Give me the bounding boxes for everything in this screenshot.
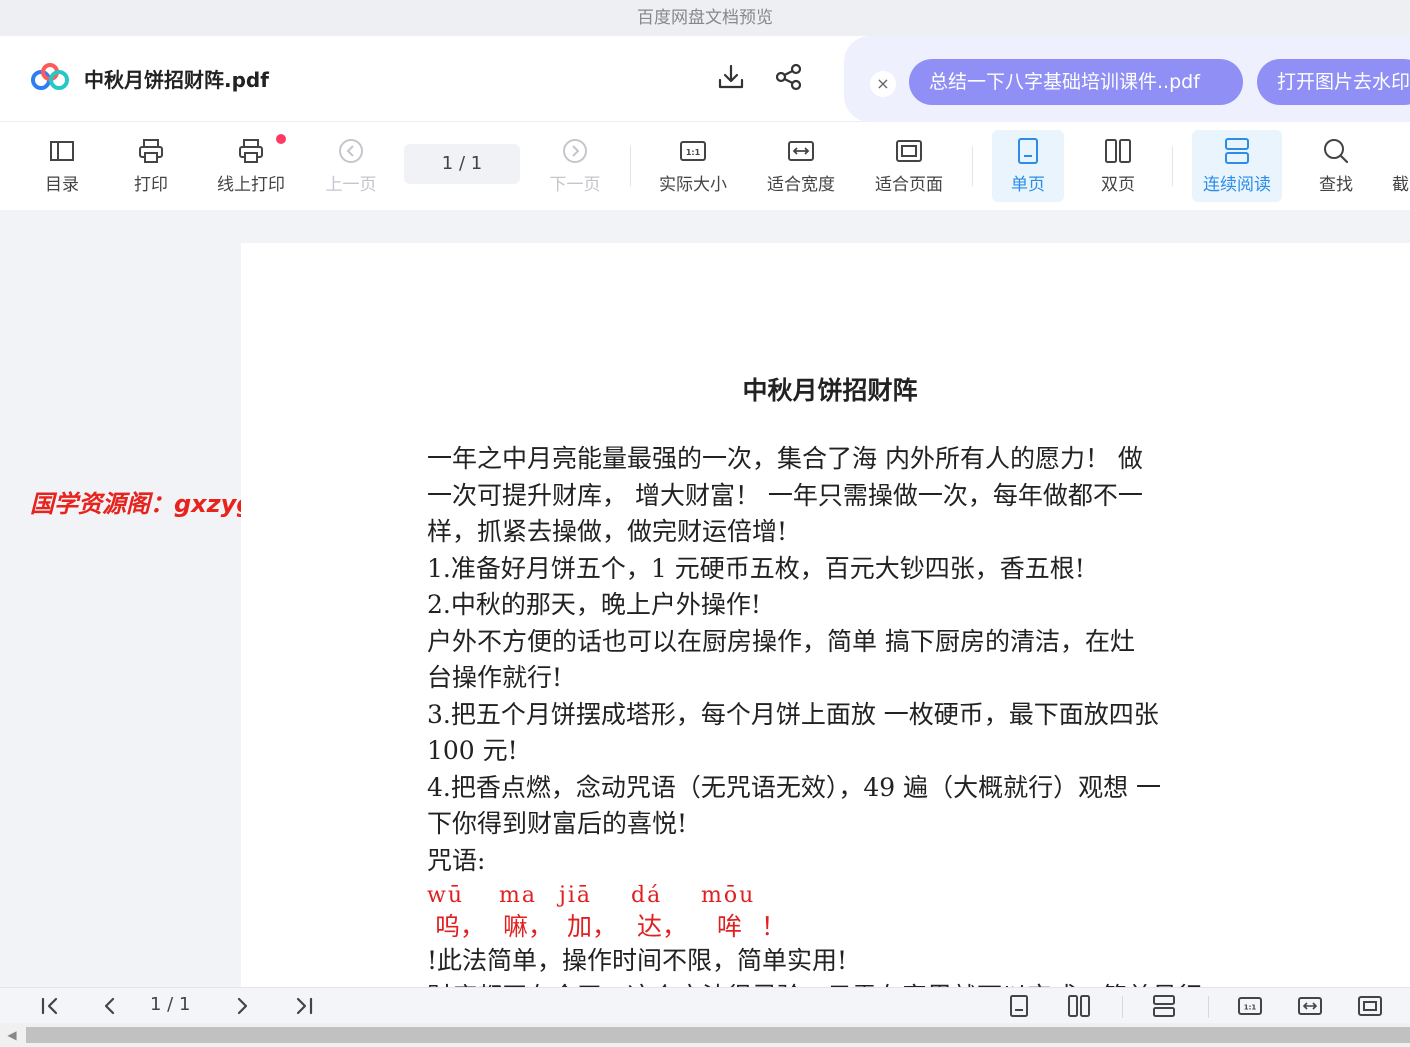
bottom-divider (1122, 996, 1123, 1018)
mantra-pinyin: mōu (701, 883, 756, 908)
doc-line: 一次可提升财库， 增大财富！ 一年只需操做一次，每年做都不一 (427, 480, 1143, 510)
mantra-char: 嘛， (503, 912, 554, 941)
svg-text:1:1: 1:1 (686, 148, 701, 157)
fit-width-icon[interactable] (1296, 992, 1324, 1020)
file-name: 中秋月饼招财阵.pdf (84, 68, 269, 92)
download-icon[interactable] (716, 62, 746, 92)
mantra-pinyin: wū (427, 883, 464, 908)
toc-button[interactable]: 目录 (36, 130, 88, 202)
fit-width-icon (788, 141, 814, 161)
toolbar-divider (972, 146, 973, 186)
mantra-char: 加， (567, 912, 618, 941)
notification-dot (276, 134, 286, 144)
double-page-icon (1105, 139, 1131, 163)
close-tabs-button[interactable]: × (870, 71, 896, 97)
actual-size-icon: 1:1 (680, 141, 706, 161)
single-page-icon[interactable] (1005, 992, 1033, 1020)
continuous-reading-icon (1225, 138, 1249, 164)
tab-recent-file-1[interactable]: 总结一下八字基础培训课件..pdf (909, 59, 1243, 105)
actual-size-icon[interactable]: 1:1 (1236, 992, 1264, 1020)
header-bar: 中秋月饼招财阵.pdf × 总结一下八字基础培训课件..pdf 打开图片去水印 (0, 36, 1410, 122)
double-page-button[interactable]: 双页 (1088, 130, 1148, 202)
mantra-pinyin: ma (499, 883, 537, 908)
fit-page-button[interactable]: 适合页面 (868, 130, 950, 202)
mantra-char: 达， (637, 912, 688, 941)
next-page-button[interactable]: 下一页 (544, 130, 606, 202)
continuous-reading-icon[interactable] (1150, 992, 1178, 1020)
printer-icon (139, 139, 163, 163)
mantra-char: 哞 (717, 912, 743, 941)
chevron-left-circle-icon (339, 139, 363, 163)
doc-line: 100 元! (427, 736, 518, 765)
double-page-icon[interactable] (1065, 992, 1093, 1020)
doc-line: 咒语: (427, 845, 486, 875)
bottom-divider (1208, 996, 1209, 1018)
doc-line: 4.把香点燃，念动咒语（无咒语无效），49 遍（大概就行）观想 一 (427, 772, 1162, 802)
fit-page-icon[interactable] (1356, 992, 1384, 1020)
actual-size-button[interactable]: 1:1 实际大小 (652, 130, 734, 202)
recent-tabs-area: × 总结一下八字基础培训课件..pdf 打开图片去水印 (844, 36, 1410, 122)
page-number-input[interactable]: 1 / 1 (404, 144, 520, 184)
share-icon[interactable] (774, 62, 804, 92)
prev-page-button[interactable]: 上一页 (320, 130, 382, 202)
mantra-block: wū ma jiā dá mōu 呜， 嘛， 加， 达， 哞 ！ (427, 883, 827, 943)
doc-line: 3.把五个月饼摆成塔形，每个月饼上面放 一枚硬币，最下面放四张 (427, 699, 1159, 729)
mantra-pinyin: dá (631, 883, 663, 908)
horizontal-scrollbar[interactable]: ◀ (0, 1023, 1410, 1047)
toolbar-divider (1172, 146, 1173, 186)
search-icon (1324, 139, 1349, 164)
search-button[interactable]: 查找 (1306, 130, 1366, 202)
chevron-right-circle-icon (563, 139, 587, 163)
document-title: 中秋月饼招财阵 (742, 376, 918, 405)
first-page-icon[interactable] (36, 992, 64, 1020)
prev-page-icon[interactable] (96, 992, 124, 1020)
baidu-netdisk-logo (31, 63, 69, 90)
doc-line: !此法简单，操作时间不限，简单实用! (427, 946, 848, 975)
screenshot-button[interactable]: 截 (1392, 130, 1410, 202)
doc-line: 台操作就行! (427, 663, 563, 692)
toolbar-divider (630, 146, 631, 186)
toolbar: 目录 打印 线上打印 上一页 1 / 1 下一页 1:1 实际大小 适合宽度 适… (0, 122, 1410, 210)
mantra-pinyin: jiā (559, 883, 592, 908)
scroll-left-icon[interactable]: ◀ (4, 1027, 20, 1043)
tab-recent-file-2[interactable]: 打开图片去水印 (1257, 59, 1410, 105)
doc-line: 户外不方便的话也可以在厨房操作，简单 搞下厨房的清洁，在灶 (427, 626, 1135, 656)
mantra-char: 呜， (435, 912, 486, 941)
svg-text:1:1: 1:1 (1244, 1004, 1257, 1012)
single-page-button[interactable]: 单页 (992, 130, 1064, 202)
doc-line: 下你得到财富后的喜悦! (427, 809, 688, 838)
fit-width-button[interactable]: 适合宽度 (760, 130, 842, 202)
scrollbar-thumb[interactable] (26, 1027, 1410, 1043)
doc-line: 1.准备好月饼五个，1 元硬币五枚，百元大钞四张，香五根! (427, 553, 1085, 583)
bottom-page-indicator[interactable]: 1 / 1 (150, 994, 190, 1015)
last-page-icon[interactable] (290, 992, 318, 1020)
next-page-icon[interactable] (228, 992, 256, 1020)
continuous-reading-button[interactable]: 连续阅读 (1192, 130, 1282, 202)
print-button[interactable]: 打印 (125, 130, 177, 202)
doc-line-partial: 财库都开在今天，这个方法很灵验，只需在家里就可以完成，简单易行，每年一次 (427, 979, 1227, 987)
online-printer-icon (239, 139, 263, 163)
mantra-char: ！ (761, 912, 787, 941)
bottom-navigation-bar: 1 / 1 1:1 (0, 987, 1410, 1023)
doc-line: 样，抓紧去操做，做完财运倍增! (427, 517, 788, 546)
document-page: 中秋月饼招财阵 一年之中月亮能量最强的一次，集合了海 内外所有人的愿力！ 做 一… (241, 243, 1410, 987)
doc-line: 一年之中月亮能量最强的一次，集合了海 内外所有人的愿力！ 做 (427, 444, 1143, 473)
toc-icon (50, 141, 74, 161)
document-body: 一年之中月亮能量最强的一次，集合了海 内外所有人的愿力！ 做 一次可提升财库， … (427, 441, 1242, 879)
doc-line: 2.中秋的那天，晚上户外操作! (427, 590, 761, 619)
window-title: 百度网盘文档预览 (0, 0, 1410, 36)
single-page-icon (1018, 138, 1038, 164)
fit-page-icon (896, 140, 922, 162)
